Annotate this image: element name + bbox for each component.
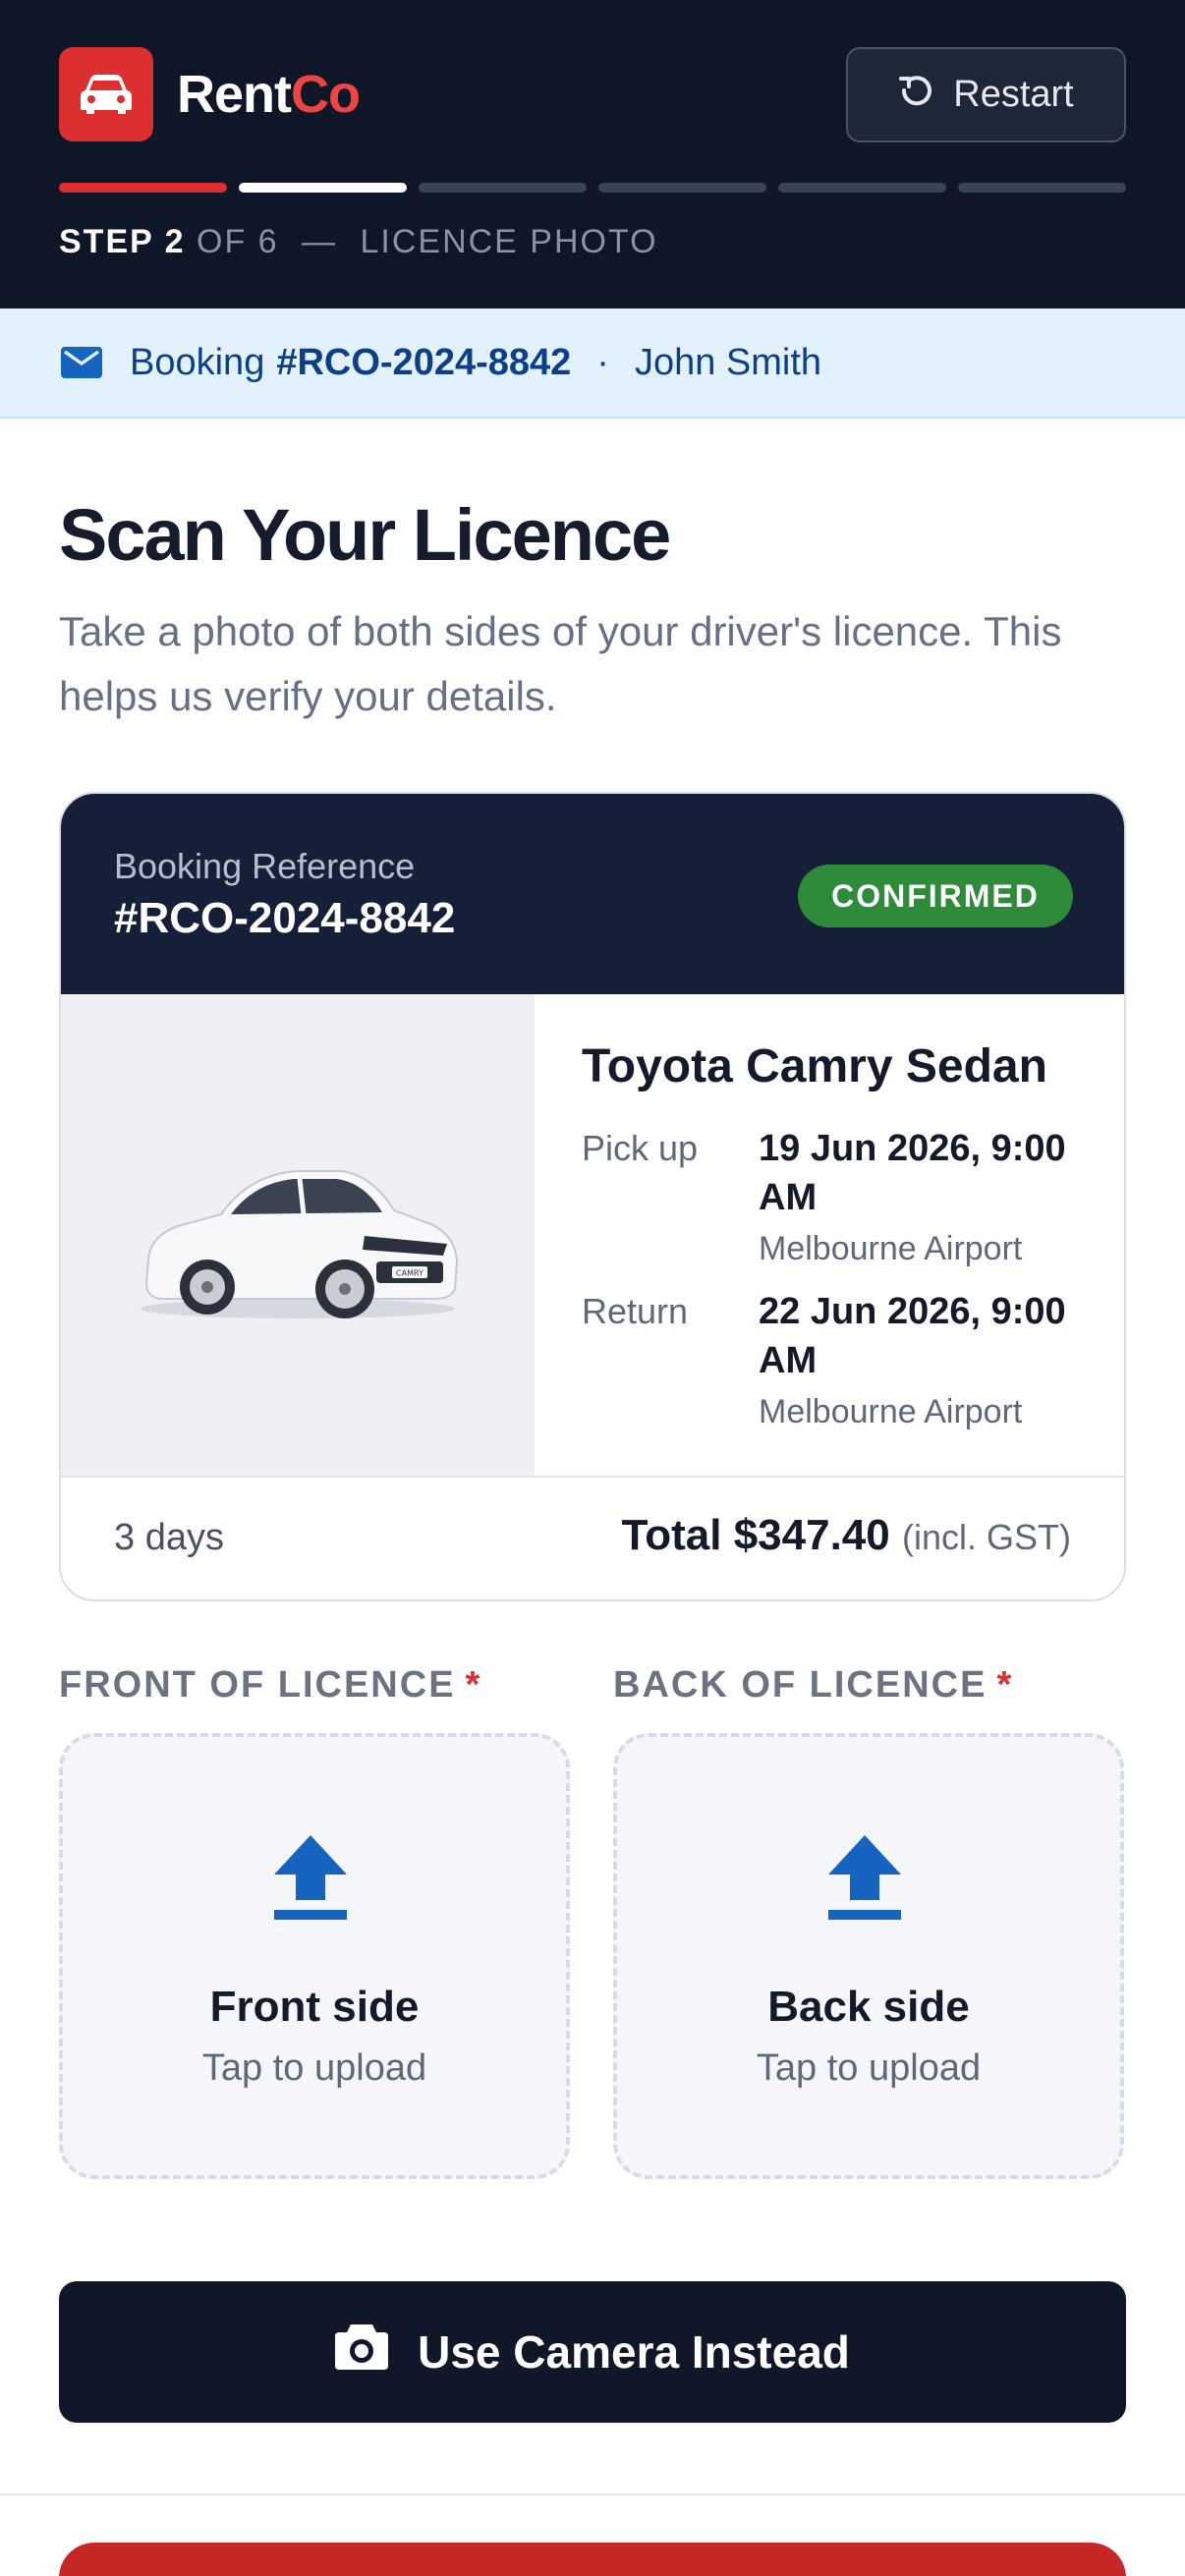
progress-segment xyxy=(419,183,587,193)
car-plate-text: CAMRY xyxy=(396,1269,423,1278)
required-marker: * xyxy=(996,1664,1014,1706)
page-title: Scan Your Licence xyxy=(59,494,671,576)
footer-divider xyxy=(0,2493,1185,2495)
rental-duration: 3 days xyxy=(114,1517,224,1558)
car-image: CAMRY xyxy=(61,994,535,1476)
upload-icon xyxy=(828,1835,901,1925)
continue-button[interactable] xyxy=(59,2543,1126,2576)
back-licence-upload[interactable]: Back side Tap to upload xyxy=(613,1733,1124,2179)
booking-banner: Booking #RCO-2024-8842 · John Smith xyxy=(0,308,1185,419)
car-icon xyxy=(59,47,153,141)
mail-icon xyxy=(61,347,102,378)
step-indicator: STEP 2 OF 6 — LICENCE PHOTO xyxy=(59,223,658,260)
pickup-label: Pick up xyxy=(582,1128,699,1168)
booking-card-footer: 3 days Total $347.40 (incl. GST) xyxy=(61,1476,1124,1599)
camera-icon xyxy=(335,2324,389,2380)
progress-segment xyxy=(778,183,946,193)
back-upload-hint: Tap to upload xyxy=(756,2047,982,2089)
banner-customer-name: John Smith xyxy=(634,341,822,383)
brand-logo-text: RentCo xyxy=(177,65,361,124)
back-upload-title: Back side xyxy=(767,1983,970,2031)
pickup-location: Melbourne Airport xyxy=(759,1230,1023,1267)
front-licence-label: FRONT OF LICENCE * xyxy=(59,1664,482,1706)
booking-summary-card: Booking Reference #RCO-2024-8842 CONFIRM… xyxy=(59,792,1126,1601)
use-camera-label: Use Camera Instead xyxy=(418,2326,850,2378)
progress-segment xyxy=(958,183,1126,193)
booking-reference-value: #RCO-2024-8842 xyxy=(114,894,456,942)
total-price: Total $347.40 (incl. GST) xyxy=(622,1511,1071,1560)
step-progress-bar xyxy=(59,183,1126,195)
required-marker: * xyxy=(465,1664,482,1706)
upload-icon xyxy=(274,1835,347,1925)
return-location: Melbourne Airport xyxy=(759,1393,1023,1430)
pickup-datetime: 19 Jun 2026, 9:00 AM xyxy=(759,1128,1066,1218)
app-header: RentCo Restart STEP 2 OF 6 — LICENCE PHO… xyxy=(0,0,1185,308)
tax-note: (incl. GST) xyxy=(901,1517,1071,1557)
banner-reference: #RCO-2024-8842 xyxy=(276,341,572,383)
back-licence-label: BACK OF LICENCE * xyxy=(613,1664,1014,1706)
restart-button[interactable]: Restart xyxy=(846,47,1126,142)
total-label: Total xyxy=(621,1511,722,1559)
restart-icon xyxy=(898,72,935,119)
booking-card-header: Booking Reference #RCO-2024-8842 CONFIRM… xyxy=(61,794,1124,994)
return-label: Return xyxy=(582,1291,689,1331)
front-upload-hint: Tap to upload xyxy=(201,2047,427,2089)
total-amount: $347.40 xyxy=(733,1511,890,1559)
progress-segment xyxy=(239,183,407,193)
front-upload-title: Front side xyxy=(209,1983,420,2031)
banner-prefix: Booking xyxy=(130,341,265,383)
car-name: Toyota Camry Sedan xyxy=(582,1040,1047,1092)
restart-label: Restart xyxy=(953,74,1074,115)
booking-details: Toyota Camry Sedan Pick up 19 Jun 2026, … xyxy=(582,994,1112,1476)
use-camera-button[interactable]: Use Camera Instead xyxy=(59,2281,1126,2423)
return-datetime: 22 Jun 2026, 9:00 AM xyxy=(759,1291,1066,1381)
progress-segment xyxy=(598,183,766,193)
banner-separator: · xyxy=(596,341,609,383)
status-badge: CONFIRMED xyxy=(798,865,1073,927)
progress-segment xyxy=(59,183,227,193)
page-subtitle: Take a photo of both sides of your drive… xyxy=(59,608,1062,719)
front-licence-upload[interactable]: Front side Tap to upload xyxy=(59,1733,570,2179)
booking-reference-label: Booking Reference xyxy=(114,846,416,886)
